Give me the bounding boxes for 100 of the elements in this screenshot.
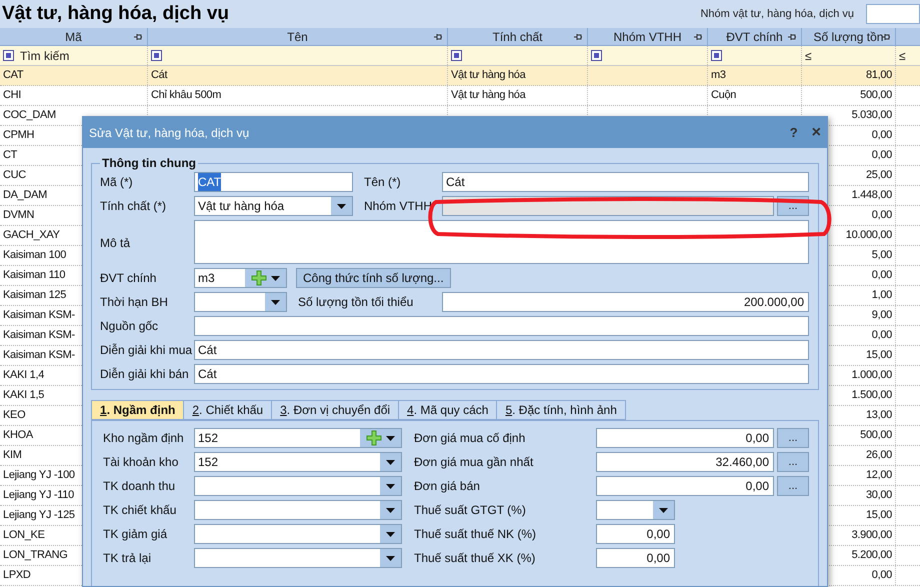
- pin-icon[interactable]: [573, 33, 583, 41]
- dropdown-arrow-icon[interactable]: [337, 204, 346, 208]
- table-cell-text: KIM: [3, 448, 22, 464]
- table-cell-text: CT: [3, 148, 18, 164]
- input-field[interactable]: Cát: [442, 172, 809, 192]
- text-area[interactable]: [194, 220, 809, 264]
- field-label: Mô tả: [100, 235, 132, 252]
- pin-icon[interactable]: [881, 33, 891, 41]
- column-header[interactable]: Nhóm VTHH: [588, 28, 708, 45]
- group-filter-field[interactable]: [866, 4, 920, 24]
- field-label: ĐVT chính: [100, 270, 158, 287]
- field-label: Thuế suất thuế XK (%): [414, 550, 536, 567]
- input-field[interactable]: [194, 316, 809, 336]
- table-cell-text: LPXD: [3, 568, 31, 584]
- filter-icon[interactable]: [151, 50, 162, 61]
- field-label: Thời hạn BH: [100, 294, 169, 311]
- table-cell-text: Kaisiman KSM-: [3, 348, 75, 364]
- input-field[interactable]: 32.460,00: [596, 452, 774, 472]
- field-label: Diễn giải khi bán: [100, 366, 190, 383]
- column-header[interactable]: Số lượng tồn: [802, 28, 896, 45]
- column-header[interactable]: Mã: [0, 28, 148, 45]
- field-label: Nguồn gốc: [100, 318, 160, 335]
- input-field[interactable]: 200.000,00: [442, 292, 809, 312]
- pin-icon[interactable]: [133, 33, 143, 41]
- dropdown-arrow-icon[interactable]: [386, 460, 395, 464]
- combo-box[interactable]: Vật tư hàng hóa: [194, 196, 353, 216]
- table-cell-text: 12,00: [866, 468, 892, 484]
- browse-button[interactable]: ...: [777, 476, 809, 496]
- table-cell-text: LON_KE: [3, 528, 45, 544]
- table-cell-text: Kaisiman KSM-: [3, 328, 75, 344]
- column-header[interactable]: ĐVT chính: [708, 28, 802, 45]
- pin-icon[interactable]: [693, 33, 703, 41]
- field-label: TK trả lại: [103, 550, 152, 567]
- filter-label: Nhóm vật tư, hàng hóa, dịch vụ: [700, 6, 854, 22]
- dropdown-arrow-icon[interactable]: [386, 556, 395, 560]
- dropdown-arrow-icon[interactable]: [386, 484, 395, 488]
- column-header[interactable]: Tên: [148, 28, 448, 45]
- filter-icon[interactable]: [451, 50, 462, 61]
- input-field[interactable]: 0,00: [596, 476, 774, 496]
- table-cell-text: 1,00: [872, 288, 892, 304]
- operator-label[interactable]: ≤: [805, 46, 812, 64]
- table-cell-text: 10.000,00: [846, 228, 892, 244]
- table-cell-text: CHI: [3, 88, 22, 104]
- pin-icon[interactable]: [433, 33, 443, 41]
- dialog-title: Sửa Vật tư, hàng hóa, dịch vụ: [89, 124, 250, 142]
- operator-label[interactable]: ≤: [899, 46, 906, 64]
- table-cell-text: KHOA: [3, 428, 33, 444]
- dropdown-arrow-icon[interactable]: [386, 436, 395, 440]
- tab[interactable]: 1. Ngầm định: [91, 400, 184, 420]
- table-cell-text: CAT: [3, 68, 24, 84]
- table-cell-text: Vật tư hàng hóa: [451, 68, 526, 84]
- help-button[interactable]: ?: [790, 122, 798, 142]
- combo-box[interactable]: m3: [194, 268, 287, 288]
- formula-button[interactable]: Công thức tính số lượng...: [296, 268, 451, 288]
- table-cell-text: 0,00: [872, 128, 892, 144]
- group-title: Thông tin chung: [101, 155, 197, 172]
- input-field[interactable]: Cát: [194, 364, 809, 384]
- table-row[interactable]: CAT Cát Vật tư hàng hóa m3 81,00: [0, 66, 920, 86]
- column-header[interactable]: Tính chất: [448, 28, 588, 45]
- table-cell-text: 81,00: [866, 68, 892, 84]
- tab[interactable]: 4. Mã quy cách: [398, 400, 498, 420]
- table-cell-text: Cát: [151, 68, 168, 84]
- field-label: Thuế suất GTGT (%): [414, 502, 527, 519]
- dropdown-arrow-icon[interactable]: [271, 276, 280, 280]
- table-cell-text: 1.448,00: [852, 188, 892, 204]
- browse-button[interactable]: ...: [777, 452, 809, 472]
- combo-box[interactable]: 152: [194, 428, 402, 448]
- dropdown-arrow-icon[interactable]: [271, 300, 280, 304]
- combo-box[interactable]: 152: [194, 452, 402, 472]
- table-cell-text: KAKI 1,5: [3, 388, 44, 404]
- input-field[interactable]: Cát: [194, 340, 809, 360]
- input-field[interactable]: 0,00: [596, 524, 675, 544]
- filter-icon[interactable]: [591, 50, 602, 61]
- table-cell-text: 15,00: [866, 348, 892, 364]
- pin-icon[interactable]: [787, 33, 797, 41]
- table-cell-text: 0,00: [872, 328, 892, 344]
- close-button[interactable]: ×: [812, 124, 821, 140]
- tab[interactable]: 3. Đơn vị chuyển đổi: [271, 400, 400, 420]
- input-field[interactable]: CAT: [194, 172, 353, 192]
- page-title: Vật tư, hàng hóa, dịch vụ: [2, 2, 229, 26]
- browse-button[interactable]: ...: [777, 428, 809, 448]
- table-cell-text: Lejiang YJ -100: [3, 468, 75, 484]
- filter-icon[interactable]: [3, 50, 14, 61]
- dropdown-arrow-icon[interactable]: [386, 532, 395, 536]
- tab[interactable]: 2. Chiết khấu: [183, 400, 272, 420]
- dropdown-arrow-icon[interactable]: [386, 508, 395, 512]
- search-field[interactable]: Tìm kiếm: [20, 46, 70, 64]
- table-cell-text: 5,00: [872, 248, 892, 264]
- table-row[interactable]: CHI Chỉ khâu 500m Vật tư hàng hóa Cuộn 500,00: [0, 86, 920, 106]
- table-cell-text: 3.900,00: [852, 528, 892, 544]
- tab[interactable]: 5. Đặc tính, hình ảnh: [496, 400, 626, 420]
- table-cell-text: Kaisiman 125: [3, 288, 66, 304]
- table-cell-text: Lejiang YJ -125: [3, 508, 75, 524]
- input-field[interactable]: 0,00: [596, 428, 774, 448]
- dropdown-arrow-icon[interactable]: [659, 508, 668, 512]
- input-field[interactable]: 0,00: [596, 548, 675, 568]
- table-cell-text: Kaisiman 110: [3, 268, 66, 284]
- filter-icon[interactable]: [711, 50, 722, 61]
- table-cell-text: 0,00: [872, 268, 892, 284]
- field-label: TK doanh thu: [103, 478, 176, 495]
